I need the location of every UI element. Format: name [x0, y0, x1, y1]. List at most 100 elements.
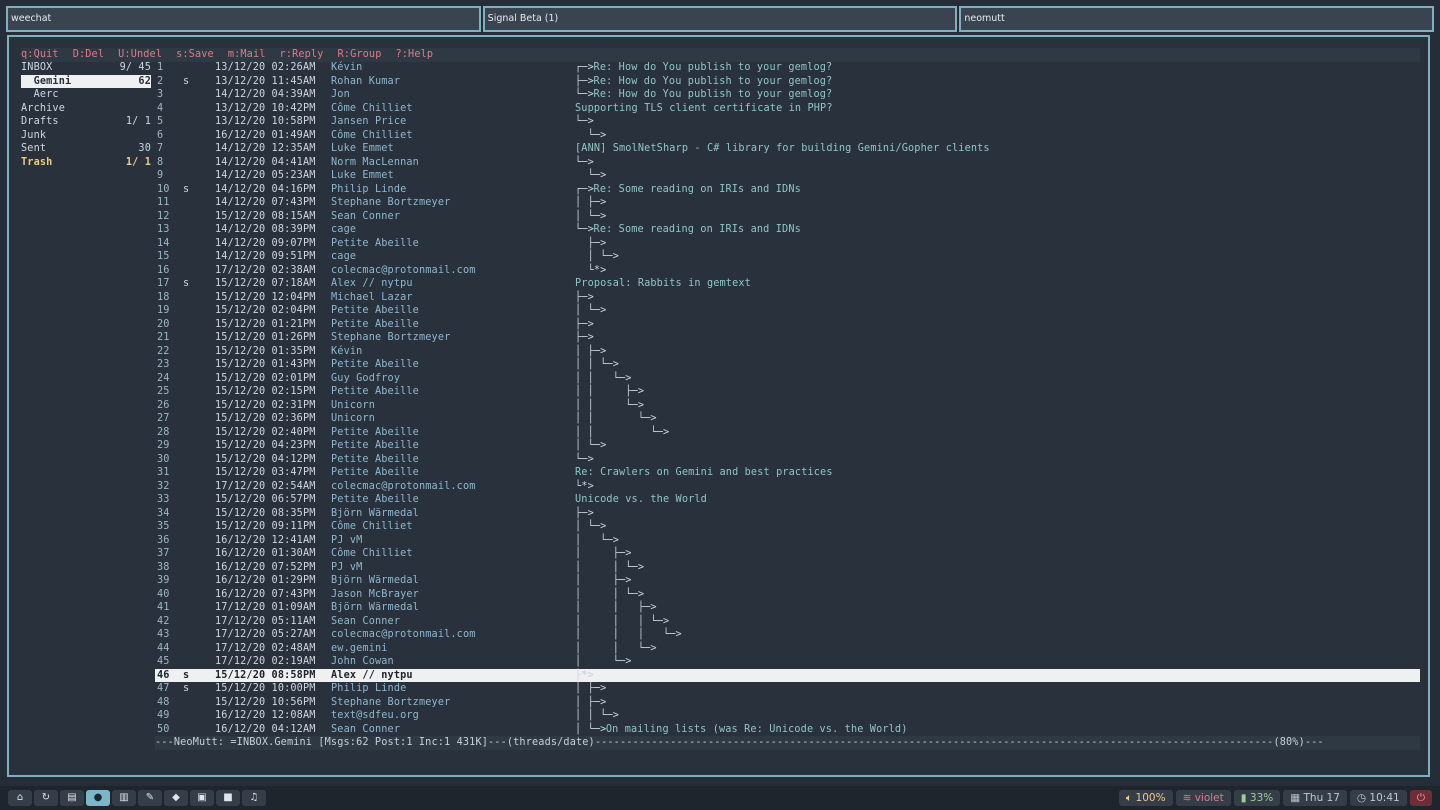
table-row[interactable]: 29 15/12/20 04:23PM Petite Abeille │ └─>: [155, 439, 1420, 453]
clock-indicator[interactable]: ◷ 10:41: [1349, 790, 1407, 806]
table-row[interactable]: 6 16/12/20 01:49AM Côme Chilliet └─>: [155, 129, 1420, 143]
workspace-tab-weechat[interactable]: weechat: [6, 6, 481, 32]
table-row[interactable]: 1 13/12/20 02:26AM Kévin ┌─> Re: How do You …: [155, 61, 1420, 75]
table-row[interactable]: 28 15/12/20 02:40PM Petite Abeille │ │ └─>: [155, 426, 1420, 440]
message-date: 15/12/20 12:04PM: [215, 291, 316, 303]
clipboard-icon[interactable]: ▤: [60, 790, 84, 806]
neomutt-terminal[interactable]: q:Quit D:Del U:Undel s:Save m:Mail r:Reply R:G…: [7, 35, 1430, 777]
table-row[interactable]: 40 16/12/20 07:43PM Jason McBrayer │ │ └─>: [155, 588, 1420, 602]
home-icon[interactable]: ⌂: [8, 790, 32, 806]
sidebar-item[interactable]: Trash 1/ 1: [21, 156, 151, 170]
table-row[interactable]: 10 s 14/12/20 04:16PM Philip Linde ┌─> Re: So…: [155, 183, 1420, 197]
table-row[interactable]: 32 17/12/20 02:54AM colecmac@protonmail.co…: [155, 480, 1420, 494]
table-row[interactable]: 37 16/12/20 01:30AM Côme Chilliet │ ├─>: [155, 547, 1420, 561]
sidebar-item[interactable]: Gemini 62: [21, 74, 151, 88]
message-number: 1: [157, 62, 164, 73]
message-number: 48: [157, 696, 170, 708]
sidebar-item[interactable]: Aerc: [21, 88, 151, 102]
workspace-tab-signal[interactable]: Signal Beta (1): [482, 6, 958, 32]
table-row[interactable]: 3 14/12/20 04:39AM Jon └─> Re: How do You pu…: [155, 88, 1420, 102]
sidebar-item[interactable]: Junk: [21, 129, 151, 143]
sidebar-item[interactable]: INBOX 9/ 45: [21, 61, 151, 75]
table-row[interactable]: 12 15/12/20 08:15AM Sean Conner │ └─>: [155, 210, 1420, 224]
table-row[interactable]: 46 s 15/12/20 08:58PM Alex // nytpu ├*>: [155, 668, 1420, 682]
message-number: 50: [157, 723, 170, 735]
message-date: 16/12/20 01:30AM: [215, 548, 316, 559]
message-sender: Sean Conner: [331, 210, 401, 222]
table-row[interactable]: 11 14/12/20 07:43PM Stephane Bortzmeyer │ ├…: [155, 196, 1420, 210]
table-row[interactable]: 45 17/12/20 02:19AM John Cowan │ └─>: [155, 655, 1420, 669]
table-row[interactable]: 31 15/12/20 03:47PM Petite Abeille Re: Craw…: [155, 466, 1420, 480]
message-sender: colecmac@protonmail.com: [331, 264, 476, 276]
table-row[interactable]: 7 14/12/20 12:35AM Luke Emmet [ANN] SmolNet…: [155, 142, 1420, 156]
table-row[interactable]: 9 14/12/20 05:23AM Luke Emmet └─>: [155, 169, 1420, 183]
book-icon[interactable]: ▥: [112, 790, 136, 806]
table-row[interactable]: 41 17/12/20 01:09AM Björn Wärmedal │ │ ├─>: [155, 601, 1420, 615]
message-number: 8: [157, 156, 164, 168]
message-number: 42: [157, 615, 170, 627]
thread-tree: ├─>: [575, 507, 594, 519]
table-row[interactable]: 24 15/12/20 02:01PM Guy Godfroy │ │ └─>: [155, 372, 1420, 386]
table-row[interactable]: 25 15/12/20 02:15PM Petite Abeille │ │ ├─>: [155, 385, 1420, 399]
battery-indicator[interactable]: ▮ 33%: [1233, 790, 1281, 806]
table-row[interactable]: 27 15/12/20 02:36PM Unicorn │ │ └─>: [155, 412, 1420, 426]
message-date: 17/12/20 02:54AM: [215, 480, 316, 492]
table-row[interactable]: 36 16/12/20 12:41AM PJ vM │ └─>: [155, 534, 1420, 548]
edit-icon[interactable]: ✎: [138, 790, 162, 806]
table-row[interactable]: 48 15/12/20 10:56PM Stephane Bortzmeyer │ ├…: [155, 696, 1420, 710]
table-row[interactable]: 22 15/12/20 01:35PM Kévin │ ├─>: [155, 345, 1420, 359]
message-date: 17/12/20 05:11AM: [215, 615, 316, 627]
volume-indicator[interactable]: 🔈︎ 100%: [1118, 790, 1173, 806]
message-sender: Philip Linde: [331, 683, 407, 694]
table-row[interactable]: 23 15/12/20 01:43PM Petite Abeille │ │ └─>: [155, 358, 1420, 372]
table-row[interactable]: 15 14/12/20 09:51PM cage │ └─>: [155, 250, 1420, 264]
table-row[interactable]: 4 13/12/20 10:42PM Côme Chilliet Supporting…: [155, 102, 1420, 116]
workspace-tab-neomutt[interactable]: neomutt: [959, 6, 1435, 32]
table-row[interactable]: 8 14/12/20 04:41AM Norm MacLennan └─>: [155, 156, 1420, 170]
help-bar: q:Quit D:Del U:Undel s:Save m:Mail r:Reply R:G…: [21, 48, 1420, 62]
table-row[interactable]: 38 16/12/20 07:52PM PJ vM │ │ └─>: [155, 561, 1420, 575]
table-row[interactable]: 49 16/12/20 12:08AM text@sdfeu.org │ │ └─>: [155, 709, 1420, 723]
power-button[interactable]: ⏻: [1409, 790, 1432, 806]
table-row[interactable]: 47 s 15/12/20 10:00PM Philip Linde │ ├─>: [155, 682, 1420, 696]
table-row[interactable]: 16 17/12/20 02:38AM colecmac@protonmail.co…: [155, 264, 1420, 278]
sidebar-item[interactable]: Drafts 1/ 1: [21, 115, 151, 129]
table-row[interactable]: 39 16/12/20 01:29PM Björn Wärmedal │ ├─>: [155, 574, 1420, 588]
table-row[interactable]: 35 15/12/20 09:11PM Côme Chilliet │ └─>: [155, 520, 1420, 534]
windows-icon[interactable]: ▣: [190, 790, 214, 806]
sidebar-item[interactable]: Archive: [21, 102, 151, 116]
message-subject: Re: How do You publish to your gemlog?: [593, 89, 833, 100]
table-row[interactable]: 33 15/12/20 06:57PM Petite Abeille Unicode …: [155, 493, 1420, 507]
table-row[interactable]: 14 14/12/20 09:07PM Petite Abeille ├─>: [155, 237, 1420, 251]
table-row[interactable]: 19 15/12/20 02:04PM Petite Abeille │ └─>: [155, 304, 1420, 318]
camera-icon[interactable]: ■: [216, 790, 240, 806]
table-row[interactable]: 30 15/12/20 04:12PM Petite Abeille └─>: [155, 453, 1420, 467]
table-row[interactable]: 42 17/12/20 05:11AM Sean Conner │ │ │ └─>: [155, 615, 1420, 629]
table-row[interactable]: 2 s 13/12/20 11:45AM Rohan Kumar ├─> Re: How …: [155, 75, 1420, 89]
thread-tree: │ │ └─>: [575, 642, 657, 654]
table-row[interactable]: 17 s 15/12/20 07:18AM Alex // nytpu Proposal…: [155, 277, 1420, 291]
table-row[interactable]: 34 15/12/20 08:35PM Björn Wärmedal ├─>: [155, 507, 1420, 521]
table-row[interactable]: 44 17/12/20 02:48AM ew.gemini │ │ └─>: [155, 642, 1420, 656]
message-date: 17/12/20 02:19AM: [215, 656, 316, 667]
git-icon[interactable]: ◆: [164, 790, 188, 806]
date-indicator[interactable]: ▦ Thu 17: [1283, 790, 1347, 806]
chat-icon[interactable]: ●: [86, 790, 110, 806]
thread-tree: ┌─>: [575, 62, 594, 73]
music-icon[interactable]: ♫: [242, 790, 266, 806]
table-row[interactable]: 5 13/12/20 10:58PM Jansen Price └─>: [155, 115, 1420, 129]
message-sender: ew.gemini: [331, 642, 388, 654]
thread-tree: │ └─>: [575, 723, 607, 735]
table-row[interactable]: 26 15/12/20 02:31PM Unicorn │ │ └─>: [155, 399, 1420, 413]
table-row[interactable]: 13 14/12/20 08:39PM cage └─> Re: Some readin…: [155, 223, 1420, 237]
sidebar-item[interactable]: Sent 30: [21, 142, 151, 156]
table-row[interactable]: 50 16/12/20 04:12AM Sean Conner │ └─> On mai…: [155, 723, 1420, 737]
table-row[interactable]: 21 15/12/20 01:26PM Stephane Bortzmeyer ├─>: [155, 331, 1420, 345]
table-row[interactable]: 20 15/12/20 01:21PM Petite Abeille ├─>: [155, 318, 1420, 332]
refresh-icon[interactable]: ↻: [34, 790, 58, 806]
table-row[interactable]: 43 17/12/20 05:27AM colecmac@protonmail.co…: [155, 628, 1420, 642]
date-value: Thu 17: [1303, 792, 1340, 804]
message-date: 15/12/20 02:04PM: [215, 305, 316, 316]
table-row[interactable]: 18 15/12/20 12:04PM Michael Lazar ├─>: [155, 291, 1420, 305]
wifi-indicator[interactable]: ≋ violet: [1175, 790, 1231, 806]
